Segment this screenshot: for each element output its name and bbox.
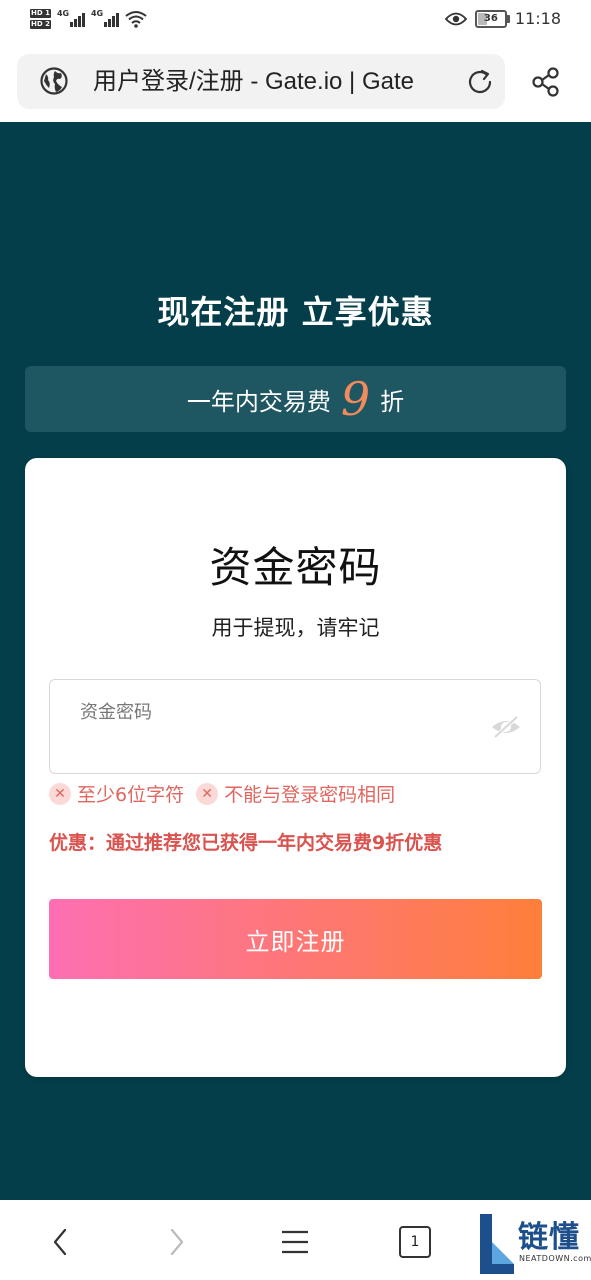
register-card: 资金密码 用于提现，请牢记 资金密码 ✕ 至少6位字符 ✕ 不能与登录密码相同 …	[25, 458, 566, 1077]
globe-icon	[40, 67, 68, 95]
status-right: 36 11:18	[444, 9, 561, 28]
sim-labels: HD 1 HD 2	[30, 8, 51, 30]
logo-mark-icon	[480, 1214, 514, 1274]
referral-promo-note: 优惠：通过推荐您已获得一年内交易费9折优惠	[49, 832, 443, 854]
address-bar[interactable]: 用户登录/注册 - Gate.io | Gate	[17, 54, 505, 109]
signal-1: 4G	[57, 9, 85, 29]
status-left: HD 1 HD 2 4G 4G	[30, 8, 147, 30]
chevron-right-icon	[170, 1228, 184, 1256]
watermark-text: 链懂	[518, 1220, 580, 1255]
forward-button[interactable]	[157, 1222, 197, 1262]
rule-text: 至少6位字符	[77, 784, 185, 806]
error-x-icon: ✕	[196, 782, 219, 805]
eye-off-icon[interactable]	[490, 713, 522, 741]
battery-level: 36	[483, 12, 498, 24]
battery-icon: 36	[474, 9, 510, 28]
page-content: 现在注册 立享优惠 一年内交易费 9 折 资金密码 用于提现，请牢记 资金密码 …	[0, 122, 591, 1200]
promo-suffix: 折	[380, 387, 405, 416]
signal-bars-icon	[103, 13, 119, 27]
promo-number: 9	[340, 372, 371, 426]
menu-button[interactable]	[275, 1222, 315, 1262]
page-title-url[interactable]: 用户登录/注册 - Gate.io | Gate	[93, 66, 461, 98]
signal-2: 4G	[91, 9, 119, 29]
browser-toolbar: 用户登录/注册 - Gate.io | Gate	[0, 40, 591, 122]
wifi-icon	[125, 11, 147, 28]
sim2-label: HD 2	[30, 20, 51, 29]
password-rules: ✕ 至少6位字符 ✕ 不能与登录密码相同	[49, 780, 395, 807]
back-button[interactable]	[40, 1222, 80, 1262]
tabs-button[interactable]: 1	[399, 1226, 431, 1258]
signal-bars-icon	[69, 13, 85, 27]
status-bar: HD 1 HD 2 4G 4G 36 11:18	[0, 0, 591, 40]
hamburger-icon	[282, 1230, 308, 1254]
rule-item: ✕ 至少6位字符	[49, 780, 184, 807]
card-subtitle: 用于提现，请牢记	[211, 616, 380, 640]
rule-item: ✕ 不能与登录密码相同	[196, 780, 395, 807]
browser-bottom-nav: 1 链懂 NEATDOWN.com	[0, 1200, 591, 1280]
fund-password-input[interactable]: 资金密码	[49, 679, 541, 774]
promo-banner: 一年内交易费 9 折	[25, 366, 566, 432]
error-x-icon: ✕	[49, 782, 71, 805]
eye-icon	[444, 12, 467, 25]
chevron-left-icon	[53, 1228, 67, 1256]
clock: 11:18	[514, 9, 561, 28]
watermark-logo: 链懂 NEATDOWN.com	[478, 1212, 591, 1276]
network-type-2: 4G	[90, 9, 104, 18]
watermark-subtext: NEATDOWN.com	[519, 1254, 591, 1263]
register-button[interactable]: 立即注册	[49, 899, 542, 979]
reload-icon[interactable]	[465, 67, 495, 97]
promo-prefix: 一年内交易费	[186, 387, 331, 416]
sim1-label: HD 1	[30, 9, 51, 18]
card-title: 资金密码	[209, 543, 382, 592]
page-headline: 现在注册 立享优惠	[157, 293, 434, 331]
network-type-1: 4G	[56, 9, 70, 18]
rule-text: 不能与登录密码相同	[224, 784, 396, 806]
fund-password-label: 资金密码	[80, 702, 152, 723]
share-icon[interactable]	[530, 66, 562, 98]
